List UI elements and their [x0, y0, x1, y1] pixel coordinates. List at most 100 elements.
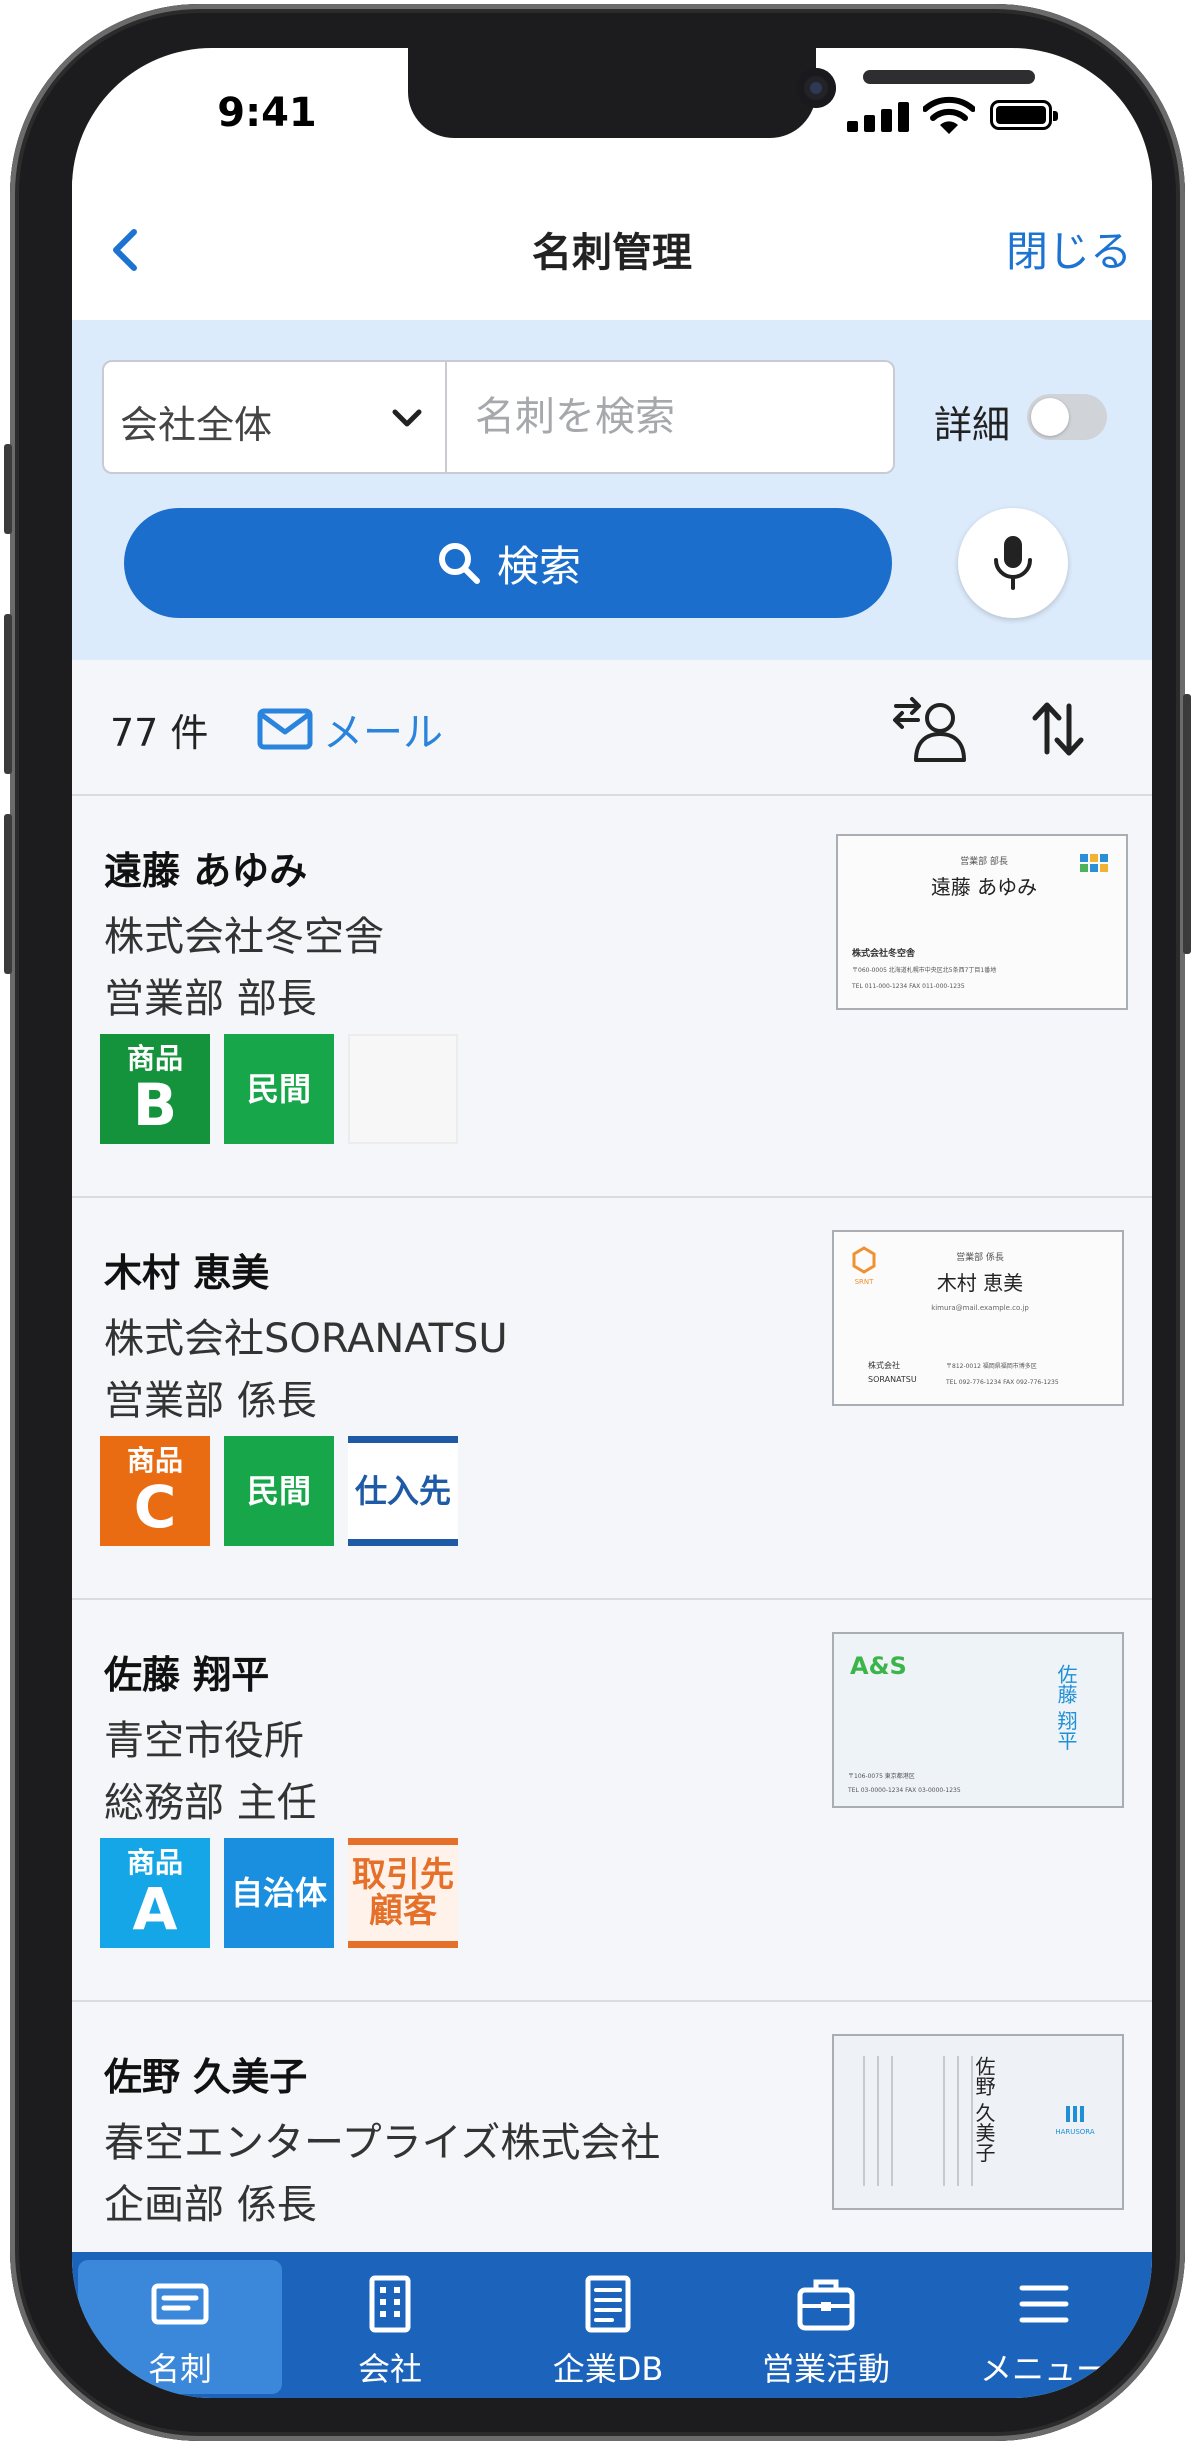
scope-value: 会社全体: [120, 403, 273, 447]
contact-company: 株式会社冬空舎: [104, 914, 384, 960]
search-panel: 会社全体 詳細 検索: [72, 320, 1152, 660]
company-logo-icon: [852, 1246, 876, 1274]
phone-frame: 9:41 名刺管理 閉じる 会社全体 名刺を検索 詳細 検索 77 件 メール …: [4, 4, 1191, 2441]
briefcase-icon: [797, 2279, 855, 2331]
contact-company: 株式会社SORANATSU: [104, 1316, 508, 1362]
notch: [408, 48, 1035, 138]
search-button[interactable]: 検索: [124, 508, 892, 618]
card-row[interactable]: 佐野 久美子 春空エンタープライズ株式会社 企画部 係長 佐野 久美子 HARU…: [72, 2002, 1152, 2252]
category-tag: 民間: [224, 1034, 334, 1144]
search-icon: [438, 543, 480, 584]
svg-text:TEL 092-776-1234 FAX 092-776-1: TEL 092-776-1234 FAX 092-776-1235: [945, 1379, 1059, 1386]
wifi-icon: [923, 96, 975, 134]
tag-list: 商品 B 民間: [100, 1034, 458, 1144]
tag-list: 商品 C 民間 仕入先: [100, 1436, 458, 1546]
empty-tag: [348, 1034, 458, 1144]
business-card-thumbnail[interactable]: A&S 佐藤 翔平 〒106-0075 東京都港区 TEL 03-0000-12…: [832, 1632, 1124, 1808]
database-icon: [585, 2275, 631, 2333]
business-card-thumbnail[interactable]: SRNT 営業部 係長 木村 恵美 kimura@mail.example.co…: [832, 1230, 1124, 1406]
contact-company: 春空エンタープライズ株式会社: [104, 2120, 661, 2166]
switch-owner-icon[interactable]: [892, 694, 968, 764]
search-button-label: 検索: [496, 541, 581, 591]
volume-up-button: [4, 614, 12, 774]
svg-text:営業部 部長: 営業部 部長: [960, 855, 1008, 867]
tag-list: 商品 A 自治体 取引先 顧客: [100, 1838, 458, 1948]
scope-dropdown[interactable]: 会社全体: [102, 360, 447, 474]
cellular-signal-icon: [847, 102, 911, 132]
contact-name: 遠藤 あゆみ: [104, 849, 308, 893]
card-list: 遠藤 あゆみ 株式会社冬空舎 営業部 部長 商品 B 民間 営業部 部長 遠藤 …: [72, 796, 1152, 2252]
side-switch: [4, 444, 12, 534]
contact-name: 佐野 久美子: [104, 2055, 308, 2099]
category-tag: 自治体: [224, 1838, 334, 1948]
svg-text:佐野 久美子: 佐野 久美子: [972, 2056, 996, 2163]
tab-company-db[interactable]: 企業DB: [506, 2260, 710, 2394]
svg-text:株式会社: 株式会社: [868, 1360, 900, 1370]
tab-menu[interactable]: メニュー: [942, 2260, 1146, 2394]
mail-label: メール: [323, 710, 443, 756]
business-card-thumbnail[interactable]: 佐野 久美子 HARUSORA: [832, 2034, 1124, 2210]
card-row[interactable]: 佐藤 翔平 青空市役所 総務部 主任 商品 A 自治体 取引先 顧客 A&S 佐…: [72, 1600, 1152, 2002]
tab-cards[interactable]: 名刺: [78, 2260, 282, 2394]
result-count: 77 件: [110, 711, 209, 755]
card-icon: [151, 2283, 209, 2325]
card-row[interactable]: 木村 恵美 株式会社SORANATSU 営業部 係長 商品 C 民間 仕入先 S…: [72, 1198, 1152, 1600]
svg-text:TEL 03-0000-1234 FAX 03-0000-1: TEL 03-0000-1234 FAX 03-0000-1235: [847, 1787, 961, 1794]
detail-toggle-label: 詳細: [934, 403, 1011, 447]
status-time: 9:41: [217, 90, 317, 136]
tab-bar: 名刺 会社 企業DB 営業活動 メニュー: [72, 2252, 1152, 2398]
chevron-down-icon: [392, 409, 422, 427]
category-tag: 民間: [224, 1436, 334, 1546]
search-input[interactable]: [445, 360, 895, 474]
supplier-tag: 仕入先: [348, 1436, 458, 1546]
navigation-bar: 名刺管理 閉じる: [72, 180, 1152, 320]
detail-toggle[interactable]: [1027, 394, 1107, 440]
svg-text:佐藤 翔平: 佐藤 翔平: [1054, 1664, 1078, 1751]
svg-text:営業部 係長: 営業部 係長: [956, 1251, 1004, 1263]
menu-icon: [1019, 2285, 1069, 2323]
results-bar: 77 件 メール: [72, 660, 1152, 796]
close-button[interactable]: 閉じる: [1006, 218, 1132, 279]
mail-button[interactable]: メール: [257, 700, 443, 758]
company-logo-icon: [1080, 854, 1108, 872]
business-card-thumbnail[interactable]: 営業部 部長 遠藤 あゆみ 株式会社冬空舎 〒060-0005 北海道札幌市中央…: [836, 834, 1128, 1010]
product-tag: 商品 A: [100, 1838, 210, 1948]
contact-title: 企画部 係長: [104, 2182, 317, 2228]
building-icon: [369, 2275, 411, 2333]
voice-search-button[interactable]: [958, 508, 1068, 618]
sort-icon[interactable]: [1027, 698, 1089, 760]
contact-title: 営業部 係長: [104, 1378, 317, 1424]
contact-name: 佐藤 翔平: [104, 1653, 270, 1697]
svg-text:〒060-0005 北海道札幌市中央区北5条西7丁目1番地: 〒060-0005 北海道札幌市中央区北5条西7丁目1番地: [852, 966, 996, 974]
contact-title: 総務部 主任: [104, 1780, 317, 1826]
back-chevron-icon[interactable]: [100, 222, 156, 278]
svg-text:株式会社冬空舎: 株式会社冬空舎: [852, 947, 916, 959]
svg-text:A&S: A&S: [850, 1652, 907, 1680]
front-camera: [796, 68, 836, 108]
svg-text:HARUSORA: HARUSORA: [1055, 2128, 1095, 2136]
svg-text:〒106-0075 東京都港区: 〒106-0075 東京都港区: [848, 1772, 915, 1780]
svg-text:kimura@mail.example.co.jp: kimura@mail.example.co.jp: [931, 1304, 1029, 1312]
svg-text:木村 恵美: 木村 恵美: [937, 1271, 1023, 1295]
mail-icon: [257, 708, 313, 750]
company-logo-icon: [1066, 2106, 1084, 2122]
product-tag: 商品 B: [100, 1034, 210, 1144]
contact-title: 営業部 部長: [104, 976, 317, 1022]
tab-company[interactable]: 会社: [288, 2260, 492, 2394]
svg-text:TEL 011-000-1234 FAX 011-000-1: TEL 011-000-1234 FAX 011-000-1235: [851, 983, 965, 990]
volume-down-button: [4, 814, 12, 974]
svg-text:SORANATSU: SORANATSU: [868, 1375, 917, 1384]
microphone-icon: [994, 536, 1032, 590]
app-screen: 9:41 名刺管理 閉じる 会社全体 名刺を検索 詳細 検索 77 件 メール …: [72, 48, 1152, 2398]
page-title: 名刺管理: [532, 230, 692, 276]
svg-text:〒812-0012 福岡県福岡市博多区: 〒812-0012 福岡県福岡市博多区: [946, 1362, 1037, 1370]
speaker: [863, 70, 1035, 84]
svg-text:SRNT: SRNT: [855, 1278, 875, 1286]
power-button: [1183, 694, 1191, 954]
card-row[interactable]: 遠藤 あゆみ 株式会社冬空舎 営業部 部長 商品 B 民間 営業部 部長 遠藤 …: [72, 796, 1152, 1198]
customer-tag: 取引先 顧客: [348, 1838, 458, 1948]
tab-sales-activity[interactable]: 営業活動: [724, 2260, 928, 2394]
battery-icon: [990, 100, 1058, 130]
product-tag: 商品 C: [100, 1436, 210, 1546]
contact-company: 青空市役所: [104, 1718, 304, 1764]
